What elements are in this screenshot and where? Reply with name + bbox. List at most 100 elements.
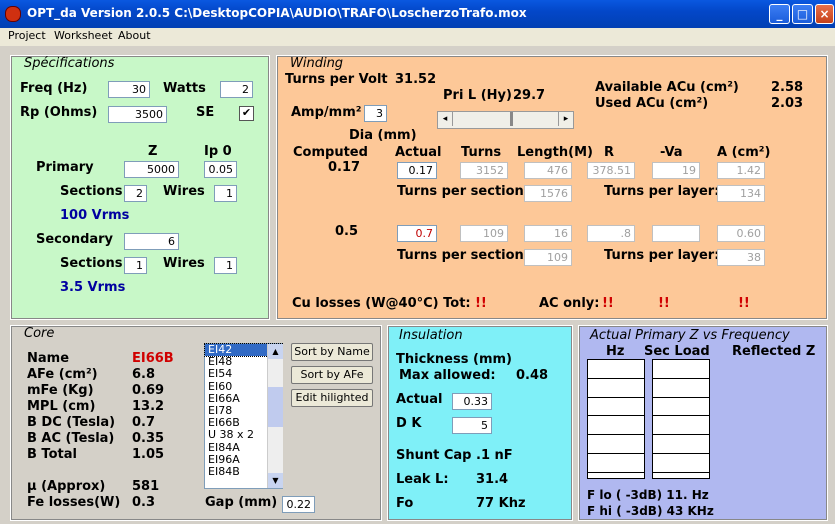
scroll-thumb[interactable] — [268, 387, 283, 427]
scroll-up-arrow[interactable]: ▲ — [268, 344, 283, 359]
max-allowed-label: Max allowed: — [399, 368, 496, 383]
pril-slider[interactable]: ◂ ▸ — [437, 111, 574, 129]
tpv-value: 31.52 — [395, 72, 437, 87]
menu-worksheet[interactable]: Worksheet — [54, 29, 112, 42]
hz-header: Hz — [606, 344, 625, 359]
sec-load-grid — [652, 359, 710, 479]
hdr-a: A (cm²) — [717, 145, 771, 160]
gap-input[interactable]: 0.22 — [282, 496, 315, 513]
primary-z-input[interactable]: 5000 — [124, 161, 179, 178]
panel-title: Spécifications — [24, 56, 115, 71]
bac-value: 0.35 — [132, 431, 165, 446]
edit-highlighted-button[interactable]: Edit hilighted — [291, 389, 373, 407]
window-title: OPT_da Version 2.0.5 C:\DesktopCOPIA\AUD… — [27, 6, 527, 20]
sort-by-name-button[interactable]: Sort by Name — [291, 343, 373, 361]
core-panel: Core Name EI66B AFe (cm²) 6.8 mFe (Kg) 0… — [10, 325, 382, 521]
pril-value: 29.7 — [513, 88, 546, 103]
primary-sections-input[interactable]: 2 — [124, 185, 147, 202]
row1-tps: 1576 — [524, 185, 572, 202]
insulation-actual-label: Actual — [396, 392, 443, 407]
menu-project[interactable]: Project — [8, 29, 46, 42]
hz-grid — [587, 359, 645, 479]
rp-label: Rp (Ohms) — [20, 105, 98, 120]
primary-sections-label: Sections — [60, 184, 123, 199]
secondary-z-input[interactable]: 6 — [124, 233, 179, 250]
sort-by-afe-button[interactable]: Sort by AFe — [291, 366, 373, 384]
menu-about[interactable]: About — [118, 29, 151, 42]
fo-value: 77 Khz — [476, 496, 526, 511]
row2-tps: 109 — [524, 249, 572, 266]
freq-label: Freq (Hz) — [20, 81, 88, 96]
row2-a: 0.60 — [717, 225, 765, 242]
insulation-panel: Insulation Thickness (mm) Max allowed: 0… — [387, 325, 573, 521]
maximize-button[interactable]: □ — [792, 4, 813, 24]
avail-acu-label: Available ACu (cm²) — [595, 80, 739, 95]
scroll-down-arrow[interactable]: ▼ — [268, 473, 283, 488]
mu-value: 581 — [132, 479, 160, 494]
primary-wires-input[interactable]: 1 — [214, 185, 237, 202]
insulation-actual-input[interactable]: 0.33 — [452, 393, 492, 410]
f-lo-value: F lo ( -3dB) 11. Hz — [587, 488, 709, 502]
row1-computed: 0.17 — [328, 160, 361, 175]
panel-title: Actual Primary Z vs Frequency — [590, 328, 790, 343]
mpl-value: 13.2 — [132, 399, 165, 414]
leak-l-value: 31.4 — [476, 472, 509, 487]
row2-computed: 0.5 — [335, 224, 359, 239]
core-name-value: EI66B — [132, 351, 174, 366]
primary-label: Primary — [36, 160, 94, 175]
afe-value: 6.8 — [132, 367, 156, 382]
reflected-z-header: Reflected Z — [732, 344, 816, 359]
secondary-sections-input[interactable]: 1 — [124, 257, 147, 274]
btotal-value: 1.05 — [132, 447, 165, 462]
shunt-cap-label: Shunt Cap — [396, 448, 472, 463]
panel-title: Winding — [290, 56, 344, 71]
row2-tpl-label: Turns per layer: — [604, 248, 720, 263]
thickness-label: Thickness (mm) — [396, 352, 512, 367]
secondary-wires-input[interactable]: 1 — [214, 257, 237, 274]
sec-load-header: Sec Load — [644, 344, 710, 359]
primary-wires-label: Wires — [163, 184, 205, 199]
hdr-length: Length(M) — [517, 145, 593, 160]
primary-ip0-input[interactable]: 0.05 — [204, 161, 237, 178]
afe-label: AFe (cm²) — [27, 367, 98, 382]
row1-actual-input[interactable]: 0.17 — [397, 162, 437, 179]
dk-input[interactable]: 5 — [452, 417, 492, 434]
watts-input[interactable]: 2 — [220, 81, 253, 98]
row1-turns: 3152 — [460, 162, 508, 179]
row2-actual-input[interactable]: 0.7 — [397, 225, 437, 242]
rp-input[interactable]: 3500 — [108, 106, 167, 123]
secondary-vrms: 3.5 Vrms — [60, 280, 126, 295]
row1-r: 378.51 — [587, 162, 635, 179]
title-bar: OPT_da Version 2.0.5 C:\DesktopCOPIA\AUD… — [0, 0, 835, 28]
slider-right-arrow[interactable]: ▸ — [558, 112, 573, 126]
se-label: SE — [196, 105, 215, 120]
core-name-label: Name — [27, 351, 70, 366]
gap-label: Gap (mm) — [205, 495, 278, 510]
pril-label: Pri L (Hy) — [443, 88, 512, 103]
row2-va — [652, 225, 700, 242]
fe-losses-label: Fe losses(W) — [27, 495, 121, 510]
freq-input[interactable]: 30 — [108, 81, 150, 98]
core-list-scrollbar[interactable]: ▲ ▼ — [267, 344, 283, 488]
row1-tps-label: Turns per section: — [397, 184, 529, 199]
row1-length: 476 — [524, 162, 572, 179]
used-acu-label: Used ACu (cm²) — [595, 96, 709, 111]
bdc-value: 0.7 — [132, 415, 156, 430]
ac-only-1: !! — [602, 296, 614, 311]
mpl-label: MPL (cm) — [27, 399, 96, 414]
mfe-label: mFe (Kg) — [27, 383, 94, 398]
close-button[interactable]: × — [815, 4, 834, 24]
panel-title: Insulation — [399, 328, 463, 343]
se-checkbox[interactable]: ✔ — [239, 106, 254, 121]
slider-left-arrow[interactable]: ◂ — [438, 112, 453, 126]
core-list[interactable]: EI42 EI48 EI54 EI60 EI66A EI78 EI66B U 3… — [204, 342, 283, 489]
fe-losses-value: 0.3 — [132, 495, 156, 510]
bac-label: B AC (Tesla) — [27, 431, 115, 446]
row2-r: .8 — [587, 225, 635, 242]
minimize-button[interactable]: _ — [769, 4, 790, 24]
ip0-header: Ip 0 — [204, 144, 232, 159]
frequency-panel: Actual Primary Z vs Frequency Hz Sec Loa… — [578, 325, 828, 521]
hdr-actual: Actual — [395, 145, 442, 160]
amp-input[interactable]: 3 — [364, 105, 387, 122]
slider-thumb[interactable] — [510, 112, 513, 126]
